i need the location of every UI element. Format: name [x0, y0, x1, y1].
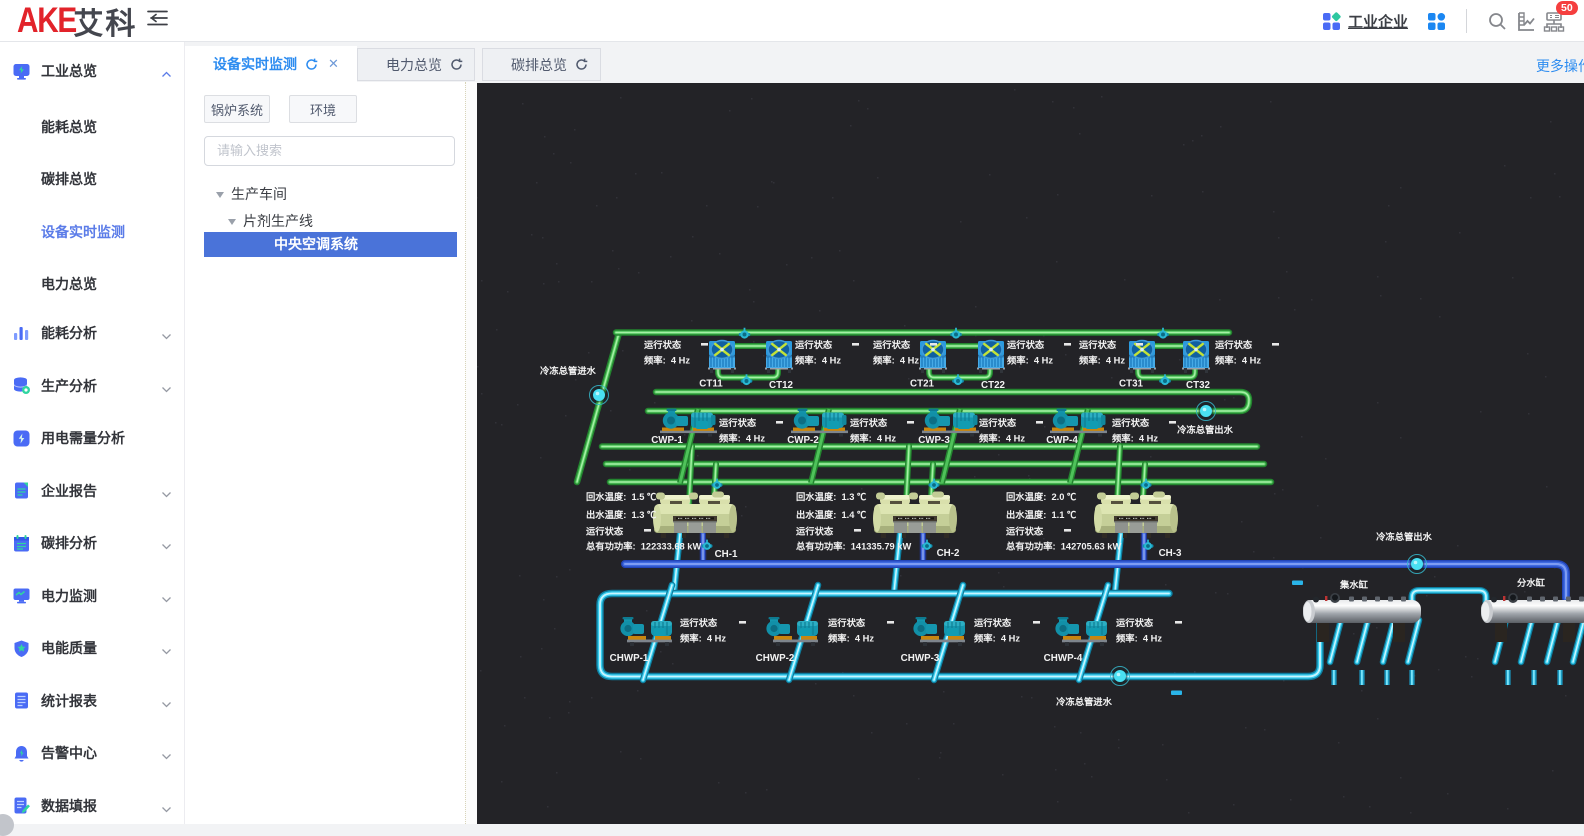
svg-text:CWP-4: CWP-4	[1046, 435, 1078, 446]
svg-text:CT31: CT31	[1119, 379, 1144, 390]
svg-text:冷冻总管出水: 冷冻总管出水	[1376, 531, 1432, 542]
svg-text:CHWP-1: CHWP-1	[610, 653, 649, 664]
svg-text:CWP-1: CWP-1	[651, 435, 683, 446]
svg-text:运行状态: 运行状态	[1079, 339, 1117, 350]
svg-text:频率: 4 Hz: 频率: 4 Hz	[974, 633, 1020, 644]
svg-text:CHWP-3: CHWP-3	[901, 653, 940, 664]
svg-text:运行状态: 运行状态	[1215, 339, 1253, 350]
svg-text:频率: 4 Hz: 频率: 4 Hz	[795, 355, 841, 366]
svg-text:运行状态: 运行状态	[1112, 417, 1150, 428]
svg-text:回水温度: 1.5 ℃: 回水温度: 1.5 ℃	[586, 491, 657, 502]
svg-text:运行状态: 运行状态	[1006, 526, 1044, 537]
svg-text:频率: 4 Hz: 频率: 4 Hz	[1215, 355, 1261, 366]
svg-text:CH-3: CH-3	[1159, 548, 1182, 559]
svg-text:运行状态: 运行状态	[796, 526, 834, 537]
svg-text:频率: 4 Hz: 频率: 4 Hz	[979, 433, 1025, 444]
svg-text:CT32: CT32	[1186, 380, 1211, 391]
svg-text:CT22: CT22	[981, 380, 1006, 391]
svg-text:频率: 4 Hz: 频率: 4 Hz	[1079, 355, 1125, 366]
svg-text:出水温度: 1.4 ℃: 出水温度: 1.4 ℃	[796, 509, 867, 520]
svg-text:CH-1: CH-1	[715, 549, 738, 560]
svg-text:运行状态: 运行状态	[979, 417, 1017, 428]
svg-text:运行状态: 运行状态	[586, 526, 624, 537]
svg-text:总有功功率: 142705.63 kW: 总有功功率: 142705.63 kW	[1006, 541, 1121, 552]
svg-text:CWP-2: CWP-2	[787, 435, 819, 446]
svg-text:运行状态: 运行状态	[828, 617, 866, 628]
svg-text:总有功功率: 141335.79 kW: 总有功功率: 141335.79 kW	[796, 541, 911, 552]
svg-text:频率: 4 Hz: 频率: 4 Hz	[828, 633, 874, 644]
svg-text:出水温度: 1.1 ℃: 出水温度: 1.1 ℃	[1006, 509, 1077, 520]
svg-text:频率: 4 Hz: 频率: 4 Hz	[644, 355, 690, 366]
svg-text:频率: 4 Hz: 频率: 4 Hz	[719, 433, 765, 444]
svg-text:分水缸: 分水缸	[1517, 577, 1546, 588]
svg-text:运行状态: 运行状态	[974, 617, 1012, 628]
svg-text:冷冻总管进水: 冷冻总管进水	[540, 365, 596, 376]
svg-text:运行状态: 运行状态	[873, 339, 911, 350]
svg-text:运行状态: 运行状态	[795, 339, 833, 350]
svg-text:总有功功率: 122333.68 kW: 总有功功率: 122333.68 kW	[586, 541, 701, 552]
svg-text:频率: 4 Hz: 频率: 4 Hz	[1116, 633, 1162, 644]
svg-text:CHWP-4: CHWP-4	[1044, 653, 1083, 664]
svg-text:回水温度: 1.3 ℃: 回水温度: 1.3 ℃	[796, 491, 867, 502]
svg-text:运行状态: 运行状态	[1007, 339, 1045, 350]
svg-text:运行状态: 运行状态	[850, 417, 888, 428]
svg-text:运行状态: 运行状态	[644, 339, 682, 350]
svg-text:频率: 4 Hz: 频率: 4 Hz	[873, 355, 919, 366]
svg-text:CT11: CT11	[699, 379, 723, 390]
svg-text:出水温度: 1.3 ℃: 出水温度: 1.3 ℃	[586, 509, 657, 520]
svg-text:运行状态: 运行状态	[719, 417, 757, 428]
svg-text:运行状态: 运行状态	[1116, 617, 1154, 628]
svg-text:CH-2: CH-2	[937, 548, 960, 559]
svg-text:频率: 4 Hz: 频率: 4 Hz	[1007, 355, 1053, 366]
svg-text:频率: 4 Hz: 频率: 4 Hz	[1112, 433, 1158, 444]
svg-text:频率: 4 Hz: 频率: 4 Hz	[680, 633, 726, 644]
svg-text:集水缸: 集水缸	[1339, 579, 1369, 590]
svg-text:冷冻总管出水: 冷冻总管出水	[1177, 424, 1233, 435]
svg-text:运行状态: 运行状态	[680, 617, 718, 628]
svg-text:CWP-3: CWP-3	[918, 435, 950, 446]
svg-text:CT21: CT21	[910, 379, 935, 390]
svg-text:CT12: CT12	[769, 380, 794, 391]
svg-text:冷冻总管进水: 冷冻总管进水	[1056, 696, 1112, 707]
svg-text:CHWP-2: CHWP-2	[756, 653, 795, 664]
svg-text:频率: 4 Hz: 频率: 4 Hz	[850, 433, 896, 444]
svg-text:回水温度: 2.0 ℃: 回水温度: 2.0 ℃	[1006, 491, 1077, 502]
